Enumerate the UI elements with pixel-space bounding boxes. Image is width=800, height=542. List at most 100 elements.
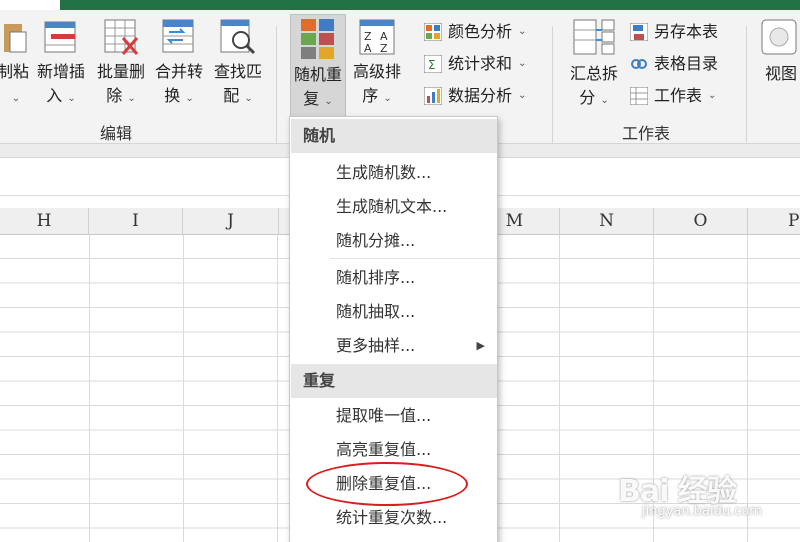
merge-convert-label-2: 换 — [164, 86, 181, 105]
view-button[interactable]: 视图 — [756, 18, 800, 118]
summary-split-label-1: 汇总拆 — [569, 64, 618, 83]
find-icon — [220, 19, 256, 55]
svg-text:A: A — [364, 42, 372, 55]
add-insert-label-1: 新增插 — [36, 62, 85, 81]
link-icon — [631, 59, 647, 69]
menu-section-duplicate: 重复 — [291, 364, 497, 398]
sum-icon: Σ — [424, 55, 442, 73]
worksheet-label: 工作表 — [654, 86, 703, 105]
watermark-sub: jingyan.baidu.com — [642, 504, 762, 519]
color-analysis-button[interactable]: 颜色分析 ⌄ — [424, 20, 526, 44]
color-grid-icon — [424, 23, 442, 41]
data-analysis-label: 数据分析 — [448, 86, 513, 105]
advanced-sort-label-1: 高级排 — [352, 62, 401, 81]
group-separator — [276, 26, 277, 146]
copy-paste-button[interactable]: 制粘 ⌄ — [0, 18, 32, 118]
baidu-watermark: Bai 经验 jingyan.baidu.com — [612, 460, 800, 530]
color-analysis-label: 颜色分析 — [448, 22, 513, 41]
save-sheet-button[interactable]: 另存本表 — [630, 20, 718, 44]
menu-item-random-sort[interactable]: 随机排序... — [291, 261, 497, 295]
insert-row-icon — [44, 21, 76, 53]
chevron-down-icon: ⌄ — [11, 93, 21, 104]
menu-item-random-extract[interactable]: 随机抽取... — [291, 295, 497, 329]
column-header-n[interactable]: N — [560, 208, 654, 235]
chevron-down-icon: ⌄ — [244, 93, 253, 104]
svg-text:Σ: Σ — [428, 58, 436, 72]
chart-table-icon — [424, 87, 442, 105]
menu-item-count-duplicates[interactable]: 统计重复次数... — [291, 501, 497, 535]
batch-delete-label-2-row: 除 ⌄ — [92, 84, 150, 111]
random-duplicate-label-2-row: 复 ⌄ — [291, 87, 345, 114]
sort-az-icon: Z AA Z — [359, 19, 395, 55]
random-duplicate-label-2: 复 — [303, 89, 320, 108]
chevron-down-icon: ⌄ — [127, 93, 136, 104]
worksheet-icon — [630, 87, 648, 105]
find-match-label-2-row: 配 ⌄ — [208, 84, 268, 111]
sum-stats-label: 统计求和 — [448, 54, 513, 73]
worksheet-group-label: 工作表 — [622, 124, 671, 143]
menu-section-random: 随机 — [291, 119, 497, 153]
copy-paste-label: 制粘 — [0, 62, 29, 81]
chevron-down-icon: ⌄ — [518, 26, 527, 37]
menu-separator — [330, 258, 497, 259]
find-match-label-1: 查找匹 — [213, 62, 262, 81]
edit-group-label: 编辑 — [100, 124, 133, 143]
merge-convert-button[interactable]: 合并转 换 ⌄ — [150, 18, 208, 118]
column-header-j[interactable]: J — [183, 208, 279, 235]
save-icon — [630, 23, 648, 41]
menu-item-generate-random-number[interactable]: 生成随机数... — [291, 156, 497, 190]
advanced-sort-label-2: 序 — [362, 86, 379, 105]
title-band — [60, 0, 800, 10]
add-insert-label-2: 入 — [46, 86, 63, 105]
batch-delete-label-2: 除 — [106, 86, 123, 105]
chevron-down-icon: ⌄ — [324, 96, 333, 107]
chevron-down-icon: ⌄ — [67, 93, 76, 104]
summary-split-button[interactable]: 汇总拆 分 ⌄ — [564, 18, 624, 118]
column-header-p[interactable]: P — [748, 208, 800, 235]
save-sheet-label: 另存本表 — [654, 22, 719, 41]
view-label: 视图 — [764, 64, 797, 83]
chevron-down-icon: ⌄ — [600, 95, 609, 106]
svg-text:Z: Z — [380, 42, 388, 55]
worksheet-button[interactable]: 工作表 ⌄ — [630, 84, 716, 108]
batch-delete-button[interactable]: 批量删 除 ⌄ — [92, 18, 150, 118]
batch-delete-label-1: 批量删 — [96, 62, 145, 81]
sum-stats-button[interactable]: Σ 统计求和 ⌄ — [424, 52, 526, 76]
random-blocks-icon — [301, 19, 334, 59]
summary-split-label-2-row: 分 ⌄ — [564, 86, 624, 113]
column-header-i[interactable]: I — [89, 208, 183, 235]
chevron-down-icon: ⌄ — [708, 90, 717, 101]
group-separator — [746, 26, 747, 146]
merge-convert-label-2-row: 换 ⌄ — [150, 84, 208, 111]
data-analysis-button[interactable]: 数据分析 ⌄ — [424, 84, 526, 108]
view-icon — [761, 19, 797, 55]
highlight-circle — [306, 462, 468, 506]
menu-item-generate-random-text[interactable]: 生成随机文本... — [291, 190, 497, 224]
chevron-down-icon: ⌄ — [518, 90, 527, 101]
merge-convert-label-1: 合并转 — [154, 62, 203, 81]
table-toc-label: 表格目录 — [654, 54, 719, 73]
find-match-button[interactable]: 查找匹 配 ⌄ — [208, 18, 268, 118]
split-icon — [573, 19, 615, 55]
menu-item-more-sampling[interactable]: 更多抽样... ▶ — [291, 329, 497, 363]
merge-icon — [162, 19, 194, 53]
chevron-down-icon: ⌄ — [383, 93, 392, 104]
random-duplicate-button[interactable]: 随机重 复 ⌄ — [290, 14, 346, 118]
advanced-sort-label-2-row: 序 ⌄ — [348, 84, 406, 111]
submenu-arrow-icon: ▶ — [476, 339, 485, 352]
group-separator — [552, 26, 553, 146]
column-header-o[interactable]: O — [654, 208, 748, 235]
menu-item-random-allocate[interactable]: 随机分摊... — [291, 224, 497, 258]
menu-item-more-sampling-label: 更多抽样... — [336, 336, 416, 355]
add-insert-button[interactable]: 新增插 入 ⌄ — [32, 18, 90, 118]
paste-icon — [4, 24, 27, 53]
delete-table-icon — [104, 19, 139, 55]
find-match-label-2: 配 — [223, 86, 240, 105]
table-toc-button[interactable]: 表格目录 — [630, 52, 718, 76]
chevron-down-icon: ⌄ — [185, 93, 194, 104]
summary-split-label-2: 分 — [579, 88, 596, 107]
column-header-h[interactable]: H — [0, 208, 89, 235]
chevron-down-icon: ⌄ — [518, 58, 527, 69]
menu-item-extract-unique[interactable]: 提取唯一值... — [291, 399, 497, 433]
advanced-sort-button[interactable]: ZAAZ 高级排 序 ⌄ — [348, 18, 406, 118]
